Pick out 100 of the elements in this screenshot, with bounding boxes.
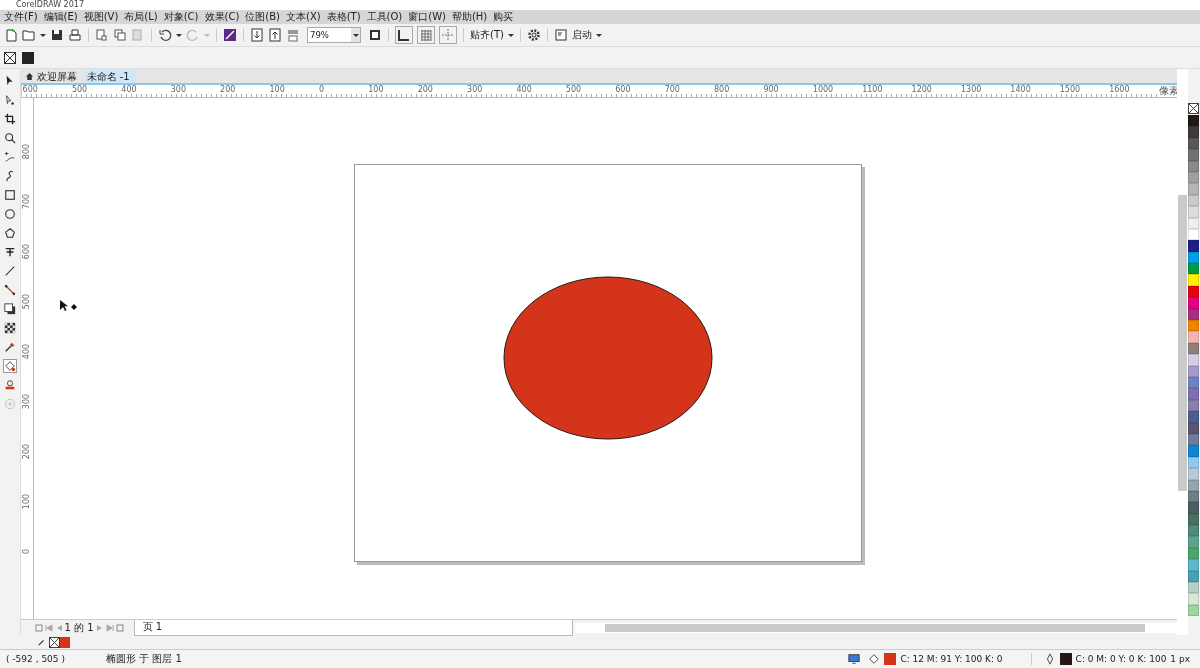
connector-icon[interactable] [3, 284, 16, 296]
color-swatch[interactable] [1188, 582, 1200, 594]
color-swatch[interactable] [1188, 422, 1200, 434]
page-tab[interactable]: 页 1 [133, 619, 573, 636]
color-swatch[interactable] [1188, 263, 1200, 275]
full-screen-icon[interactable] [368, 28, 382, 42]
color-swatch[interactable] [1188, 365, 1200, 377]
color-swatch[interactable] [1188, 411, 1200, 423]
color-swatch[interactable] [1188, 194, 1200, 207]
export-icon[interactable] [268, 28, 282, 42]
document-tab[interactable]: 未命名 -1 [84, 70, 136, 83]
color-swatch[interactable] [1188, 593, 1200, 605]
horizontal-scrollbar[interactable] [574, 622, 1177, 633]
freehand-icon[interactable] [3, 151, 16, 163]
color-swatch[interactable] [1188, 468, 1200, 480]
color-swatch[interactable] [1188, 206, 1200, 218]
menu-item[interactable]: 文本(X) [286, 10, 321, 24]
color-swatch[interactable] [1188, 388, 1200, 400]
color-swatch[interactable] [1188, 228, 1200, 241]
no-fill-icon[interactable] [3, 50, 17, 65]
color-swatch[interactable] [1188, 137, 1200, 150]
menu-item[interactable]: 效果(C) [204, 10, 240, 24]
color-swatch[interactable] [1188, 342, 1200, 355]
color-swatch[interactable] [1188, 354, 1200, 366]
drop-shadow-icon[interactable] [3, 303, 16, 315]
no-color-swatch[interactable] [49, 636, 60, 648]
snap-to-dropdown[interactable]: 贴齐(T) [470, 28, 504, 42]
ellipse-icon[interactable] [3, 208, 16, 220]
caret-icon[interactable] [507, 32, 514, 38]
print-icon[interactable] [68, 28, 82, 42]
color-swatch[interactable] [1188, 126, 1200, 138]
color-swatch[interactable] [1188, 251, 1200, 264]
curve-icon[interactable] [3, 170, 16, 182]
color-swatch[interactable] [1188, 547, 1200, 560]
application-launcher-icon[interactable] [553, 28, 568, 42]
zoom-dropdown[interactable]: 79% [307, 27, 361, 43]
ellipse-shape[interactable] [502, 275, 715, 441]
menu-item[interactable]: 表格(T) [326, 10, 361, 24]
no-color-swatch[interactable] [1188, 103, 1200, 114]
color-swatch[interactable] [1188, 285, 1200, 298]
color-swatch[interactable] [1188, 570, 1200, 582]
shape-tool-icon[interactable] [3, 94, 16, 106]
color-swatch[interactable] [1188, 217, 1200, 229]
menu-item[interactable]: 位图(B) [245, 10, 280, 24]
color-swatch[interactable] [1188, 604, 1200, 617]
rectangle-icon[interactable] [3, 189, 16, 201]
undo-icon[interactable] [158, 28, 172, 42]
menu-item[interactable]: 布局(L) [124, 10, 158, 24]
menu-item[interactable]: 文件(F) [4, 10, 38, 24]
color-swatch[interactable] [1188, 445, 1200, 457]
rulers-icon[interactable] [395, 26, 413, 44]
color-swatch[interactable] [1188, 331, 1200, 343]
menu-item[interactable]: 窗口(W) [408, 10, 446, 24]
color-swatch[interactable] [1188, 320, 1200, 332]
color-swatch[interactable] [1188, 115, 1200, 127]
monitor-icon[interactable] [848, 653, 861, 665]
polygon-icon[interactable] [3, 227, 16, 239]
transparency-icon[interactable] [3, 322, 16, 334]
menu-item[interactable]: 帮助(H) [451, 10, 488, 24]
outline-color-swatch[interactable] [1059, 653, 1072, 665]
zoom-icon[interactable] [3, 132, 16, 144]
smart-fill-icon[interactable] [3, 379, 16, 391]
menu-item[interactable]: 编辑(E) [43, 10, 78, 24]
color-swatch[interactable] [1188, 308, 1200, 321]
settings-icon[interactable] [526, 28, 541, 42]
eyedropper-icon[interactable] [3, 341, 16, 353]
color-swatch[interactable] [1188, 160, 1200, 172]
color-swatch[interactable] [1188, 456, 1200, 469]
crop-icon[interactable] [3, 113, 16, 125]
color-swatch[interactable] [1188, 513, 1200, 526]
text-tool-icon[interactable] [3, 246, 16, 258]
color-swatch[interactable] [1188, 490, 1200, 503]
color-swatch[interactable] [1188, 433, 1200, 446]
color-swatch[interactable] [1188, 171, 1200, 184]
menu-item[interactable]: 购买 [493, 10, 514, 24]
color-swatch[interactable] [60, 636, 70, 648]
color-swatch[interactable] [1188, 297, 1200, 309]
color-swatch[interactable] [1188, 559, 1200, 571]
color-swatch[interactable] [1188, 149, 1200, 161]
eyedropper-icon[interactable] [38, 638, 46, 646]
color-swatch[interactable] [1188, 525, 1200, 537]
filled-square-icon[interactable] [21, 50, 35, 65]
color-swatch[interactable] [1188, 399, 1200, 412]
color-swatch[interactable] [1188, 377, 1200, 389]
color-swatch[interactable] [1188, 274, 1200, 286]
caret-icon[interactable] [595, 32, 602, 38]
new-document-icon[interactable] [4, 28, 18, 42]
color-swatch[interactable] [1188, 479, 1200, 491]
color-swatch[interactable] [1188, 183, 1200, 195]
color-swatch[interactable] [1188, 240, 1200, 252]
save-icon[interactable] [50, 28, 64, 42]
color-swatch[interactable] [1188, 536, 1200, 548]
drawing-canvas[interactable] [33, 98, 1177, 619]
fill-color-swatch[interactable] [884, 653, 897, 665]
caret-icon[interactable] [176, 32, 182, 38]
caret-icon[interactable] [40, 32, 46, 38]
document-tab[interactable]: 欢迎屏幕 [22, 70, 83, 83]
import-icon[interactable] [250, 28, 264, 42]
copy-icon[interactable] [113, 28, 127, 42]
line-icon[interactable] [3, 265, 16, 277]
